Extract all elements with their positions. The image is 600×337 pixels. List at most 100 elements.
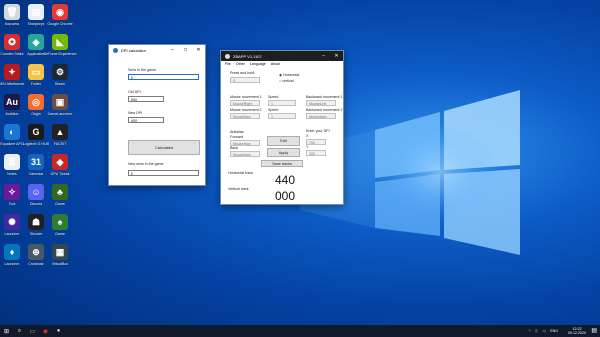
desktop-shortcut[interactable]: ▲ FACEIT [42, 124, 78, 156]
game2-icon: ▣ [52, 94, 68, 110]
radio-vertical[interactable]: ○ vertical [279, 79, 294, 83]
desktop-shortcut[interactable]: ▣ GameLauncher [42, 94, 78, 126]
search-icon[interactable]: ⌕ [13, 325, 26, 337]
close-icon[interactable]: ✕ [330, 53, 343, 59]
new-sens-label: New sens in the game [128, 162, 164, 166]
desktop-shortcut-label: Game [55, 232, 65, 236]
desktop-shortcut[interactable]: ◉ Google Chrome [42, 4, 78, 36]
chrome-icon: ◉ [52, 4, 68, 20]
mouse-move2-label: Mouse movement 2 [230, 108, 262, 112]
desktop-shortcut-label: GeForce Experience [43, 52, 77, 56]
menu-about[interactable]: About [271, 62, 280, 66]
app-icon [225, 53, 230, 59]
horizontal-track-value: 440 [275, 173, 296, 187]
edit-button[interactable]: Edit [267, 136, 300, 146]
desktop-shortcut[interactable]: ▦ VirtualBox [42, 244, 78, 276]
vertical-track-label: Vertical track [228, 187, 249, 191]
horizontal-track-label: Horizontal track [228, 171, 253, 175]
menu-other[interactable]: Other [236, 62, 245, 66]
speed2-input[interactable]: 1 [268, 113, 296, 119]
press-hold-input[interactable]: S [230, 77, 260, 83]
dpi-label: Enter your DPI [306, 129, 330, 133]
desktop-shortcut-label: FACEIT [53, 142, 67, 146]
clock-date: 09.12.2020 [568, 331, 586, 335]
window-title: ZBAPP V1.1107 [233, 53, 262, 59]
save-tracks-button[interactable]: Save tracks [261, 160, 303, 167]
apply-button[interactable]: Apply [267, 148, 300, 157]
gpu-icon: ◆ [52, 154, 68, 170]
network-icon[interactable]: ▯ [535, 329, 537, 333]
backward1-label: Backward movement 1 [306, 95, 343, 99]
new-sens-output[interactable]: 0 [128, 170, 199, 176]
faceit-icon: ▲ [52, 124, 68, 140]
volume-icon[interactable]: ◁ [542, 329, 545, 333]
app-icon [113, 47, 118, 53]
radio-horizontal-label: Horizontal [283, 73, 300, 77]
forward-label: Forward [230, 135, 244, 139]
dpi-calculator-window[interactable]: DPI calculator – □ ✕ Sens in the game 0 … [108, 44, 206, 186]
explorer-icon[interactable]: ▭ [26, 325, 39, 337]
backward2-label: Backward movement 2 [306, 108, 343, 112]
back-input[interactable]: Mouseface [230, 151, 260, 157]
new-dpi-input[interactable]: 400 [128, 117, 164, 123]
radio-vertical-label: vertical [282, 79, 294, 83]
clock[interactable]: 12:22 09.12.2020 [563, 327, 586, 335]
desktop-shortcut-label: Google Chrome [47, 22, 73, 26]
menu-file[interactable]: File [225, 62, 231, 66]
system-tray: ^ ▯ ◁ ENG 12:22 09.12.2020 [524, 327, 600, 335]
close-icon[interactable]: ✕ [192, 47, 205, 53]
desktop-shortcut[interactable]: ♣ Game [42, 184, 78, 216]
speed1-label: Speed [268, 95, 279, 99]
speed1-input[interactable]: 1 [268, 100, 296, 106]
desktop-shortcut-label: Steam [54, 82, 66, 86]
y-label: Y [306, 145, 309, 149]
title-bar[interactable]: ZBAPP V1.1107 – ✕ [221, 51, 343, 61]
language-indicator[interactable]: ENG [550, 329, 558, 333]
sens-label: Sens in the game [128, 68, 156, 72]
notification-icon[interactable]: ▤ [591, 327, 597, 334]
vm-icon: ▦ [52, 244, 68, 260]
antialias-label: Antialias [230, 130, 244, 134]
app-taskbar-icon[interactable]: ● [52, 325, 65, 337]
menu-bar: File Other Language About [225, 62, 280, 66]
mouse-move2-input[interactable]: Mouseface [230, 113, 260, 119]
desktop-shortcut[interactable]: ◆ GPU Tweak [42, 154, 78, 186]
old-dpi-input[interactable]: 800 [128, 96, 164, 102]
press-hold-label: Press and hold: [230, 71, 255, 75]
minimize-icon[interactable]: – [317, 53, 330, 59]
chrome-taskbar-icon[interactable]: ◉ [39, 325, 52, 337]
backward2-input[interactable]: Mouseface [306, 113, 336, 119]
game6-icon: ♠ [52, 214, 68, 230]
maximize-icon[interactable]: □ [179, 47, 192, 53]
taskbar: ⊞ ⌕ ▭ ◉ ● ^ ▯ ◁ ENG 12:22 09.12.2020 ▤ [0, 325, 600, 337]
desktop-shortcut[interactable]: ♠ Game [42, 214, 78, 246]
sens-app-window[interactable]: ZBAPP V1.1107 – ✕ File Other Language Ab… [220, 50, 344, 205]
desktop-shortcut-label: GameLauncher [47, 112, 73, 116]
sens-input[interactable]: 0 [128, 74, 199, 80]
nvidia-icon: ◣ [52, 34, 68, 50]
vertical-track-value: 000 [275, 189, 296, 203]
game3-icon: ♣ [52, 184, 68, 200]
desktop-shortcut[interactable]: ◣ GeForce Experience [42, 34, 78, 66]
menu-language[interactable]: Language [250, 62, 266, 66]
window-title: DPI calculator [121, 47, 146, 53]
steam-icon: ⚙ [52, 64, 68, 80]
mouse-move1-input[interactable]: MouseRight [230, 100, 260, 106]
desktop-shortcut-label: GPU Tweak [50, 172, 70, 176]
new-dpi-label: New DPI [128, 111, 143, 115]
speed2-label: Speed [268, 108, 279, 112]
chevron-up-icon[interactable]: ^ [529, 329, 531, 333]
y-input[interactable]: 300 [306, 150, 326, 156]
x-input[interactable]: 750 [306, 139, 326, 145]
start-button[interactable]: ⊞ [0, 325, 13, 337]
calculate-button[interactable]: Calculated [128, 140, 200, 155]
desktop-shortcut-label: Game [55, 202, 65, 206]
x-label: X [306, 134, 309, 138]
backward1-input[interactable]: MouseLeft [306, 100, 336, 106]
back-label: Back [230, 146, 238, 150]
title-bar[interactable]: DPI calculator – □ ✕ [109, 45, 205, 55]
minimize-icon[interactable]: – [166, 47, 179, 53]
desktop-shortcut[interactable]: ⚙ Steam [42, 64, 78, 96]
desktop-shortcut-label: VirtualBox [51, 262, 69, 266]
radio-horizontal[interactable]: ◉ Horizontal [279, 73, 299, 77]
